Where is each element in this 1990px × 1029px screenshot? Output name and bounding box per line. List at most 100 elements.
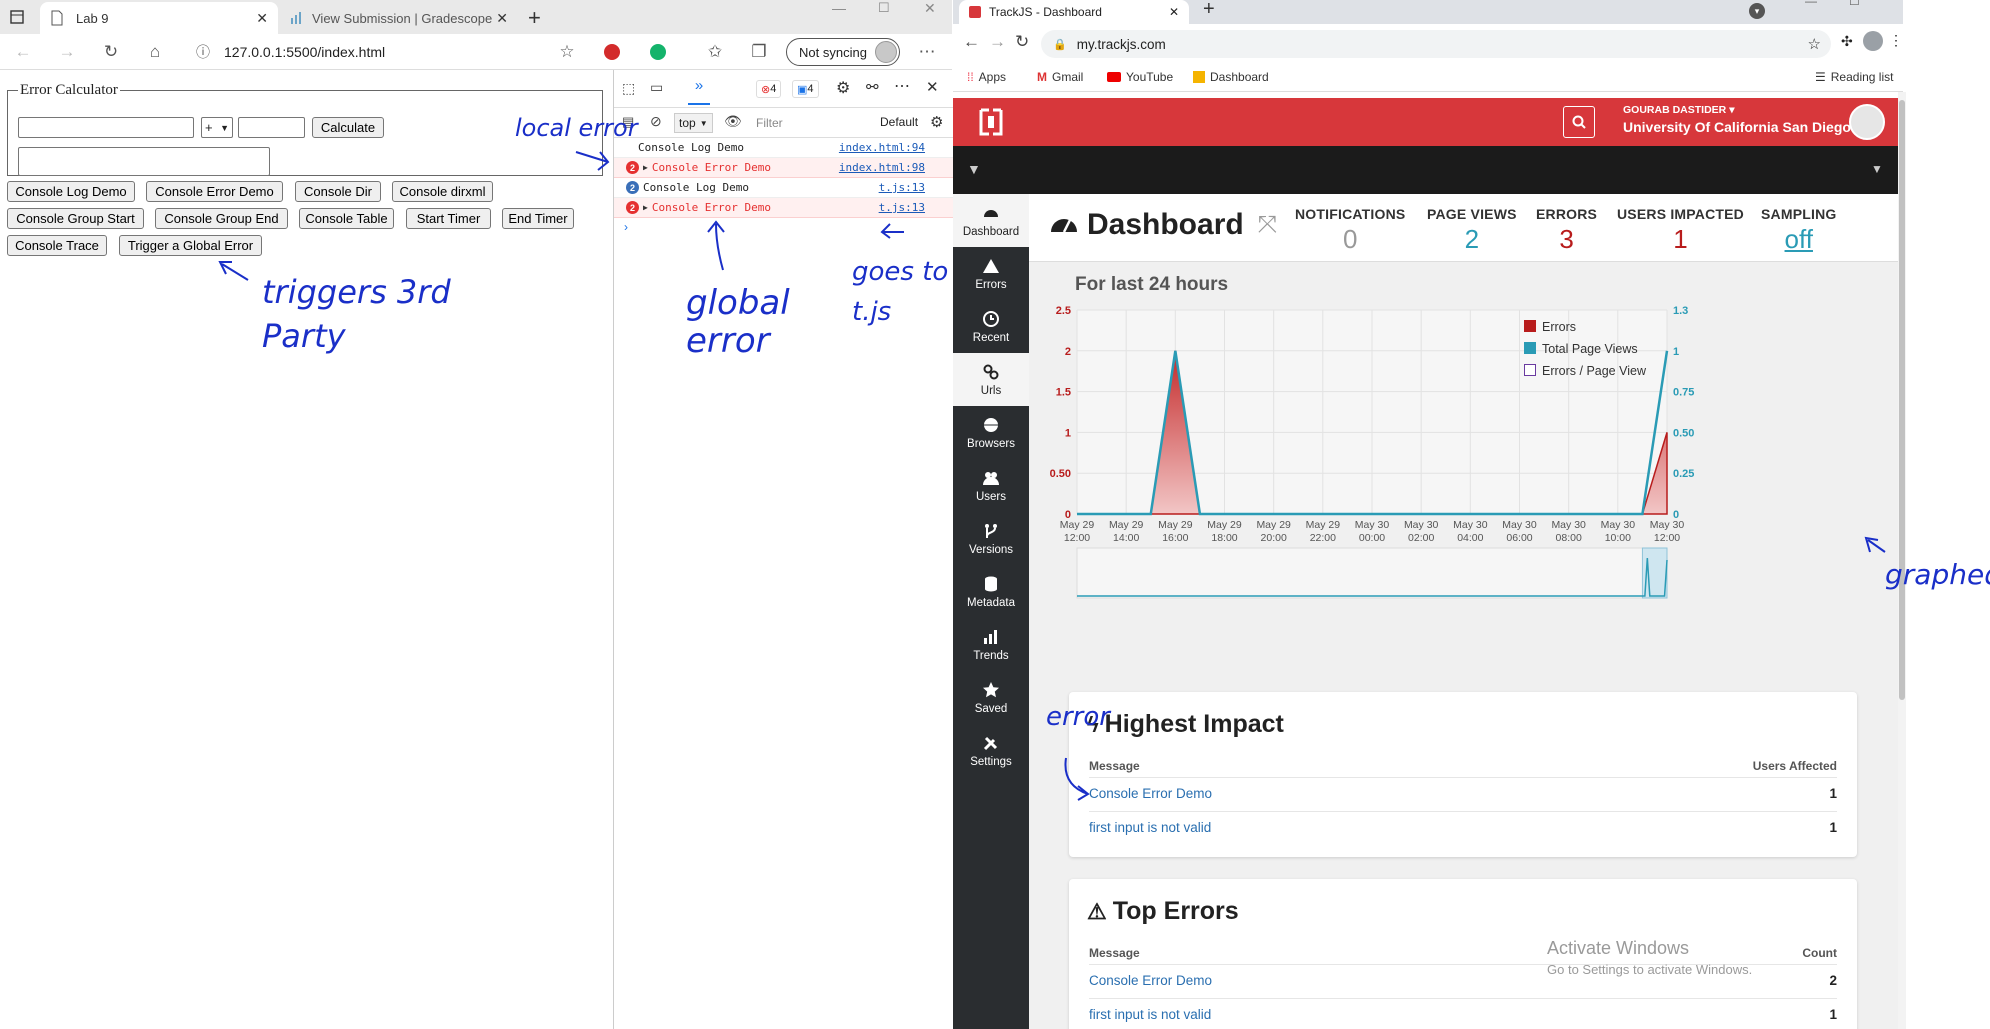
console-source-link[interactable]: t.js:13 bbox=[879, 181, 925, 194]
device-icon[interactable]: ▭ bbox=[650, 79, 663, 96]
console-group-end-button[interactable]: Console Group End bbox=[155, 208, 288, 229]
more-icon[interactable]: ⋯ bbox=[914, 39, 940, 65]
sidebar-item-browsers[interactable]: Browsers bbox=[953, 406, 1029, 459]
gear-icon[interactable]: ⚙ bbox=[836, 78, 850, 98]
expand-filter-icon[interactable]: ▼ bbox=[1871, 162, 1883, 176]
search-icon[interactable] bbox=[1563, 106, 1595, 138]
sidebar-toggle-icon[interactable]: ▤ bbox=[622, 114, 634, 130]
console-log-demo-button[interactable]: Console Log Demo bbox=[7, 181, 135, 202]
opera-extension-icon[interactable] bbox=[604, 44, 620, 60]
user-menu[interactable]: GOURAB DASTIDER ▾ bbox=[1623, 104, 1734, 116]
sidebar-item-metadata[interactable]: Metadata bbox=[953, 565, 1029, 618]
favorites-icon[interactable]: ✩ bbox=[702, 39, 728, 65]
window-close-icon[interactable]: ✕ bbox=[924, 0, 936, 17]
stat-notifications[interactable]: NOTIFICATIONS 0 bbox=[1295, 206, 1405, 255]
console-gear-icon[interactable]: ⚙ bbox=[930, 113, 943, 131]
user-avatar[interactable] bbox=[1849, 104, 1885, 140]
level-select[interactable]: Default bbox=[880, 115, 918, 129]
start-timer-button[interactable]: Start Timer bbox=[406, 208, 491, 229]
grammarly-extension-icon[interactable] bbox=[650, 44, 666, 60]
favorite-add-icon[interactable]: ☆ bbox=[554, 39, 580, 65]
home-icon[interactable]: ⌂ bbox=[142, 39, 168, 65]
reading-list[interactable]: ☰ Reading list bbox=[1815, 70, 1893, 84]
extensions-icon[interactable]: ✣ bbox=[1841, 33, 1853, 50]
address-bar[interactable]: 🔒 my.trackjs.com ☆ bbox=[1041, 30, 1831, 58]
result-output[interactable] bbox=[18, 147, 270, 176]
collections-icon[interactable]: ❐ bbox=[746, 39, 772, 65]
second-number-input[interactable] bbox=[238, 117, 305, 138]
sidebar-item-errors[interactable]: Errors bbox=[953, 247, 1029, 300]
close-icon[interactable]: ✕ bbox=[1169, 5, 1179, 19]
sidebar-item-users[interactable]: Users bbox=[953, 459, 1029, 512]
stat-sampling[interactable]: SAMPLING off bbox=[1761, 206, 1837, 255]
console-dir-button[interactable]: Console Dir bbox=[295, 181, 381, 202]
eye-icon[interactable]: 👁 bbox=[724, 113, 742, 130]
operator-select[interactable]: + ▼ bbox=[201, 117, 233, 138]
connect-icon[interactable]: ⚯ bbox=[866, 78, 879, 96]
back-icon[interactable]: ← bbox=[10, 39, 36, 65]
stat-users-impacted[interactable]: USERS IMPACTED 1 bbox=[1617, 206, 1744, 255]
tab-search-icon[interactable]: ▾ bbox=[1749, 3, 1765, 19]
console-source-link[interactable]: index.html:98 bbox=[839, 161, 925, 174]
profile-avatar[interactable] bbox=[1863, 31, 1883, 51]
sidebar-item-dashboard[interactable]: Dashboard bbox=[953, 194, 1029, 247]
error-message-link[interactable]: Console Error Demo bbox=[1089, 973, 1212, 988]
tab-actions-icon[interactable] bbox=[8, 8, 26, 26]
console-table-button[interactable]: Console Table bbox=[299, 208, 394, 229]
console-group-start-button[interactable]: Console Group Start bbox=[7, 208, 144, 229]
inspect-icon[interactable]: ⬚ bbox=[622, 80, 635, 97]
bookmark-gmail[interactable]: M Gmail bbox=[1037, 70, 1083, 84]
tab-lab9[interactable]: Lab 9 ✕ bbox=[40, 2, 278, 34]
error-message-link[interactable]: first input is not valid bbox=[1089, 1007, 1211, 1022]
sidebar-item-recent[interactable]: Recent bbox=[953, 300, 1029, 353]
close-icon[interactable]: ✕ bbox=[496, 10, 508, 27]
maximize-icon[interactable]: ☐ bbox=[1849, 0, 1860, 8]
forward-icon[interactable]: → bbox=[54, 39, 80, 65]
fullscreen-icon[interactable]: ⤧ bbox=[1258, 211, 1277, 239]
console-error-demo-button[interactable]: Console Error Demo bbox=[146, 181, 283, 202]
error-message-link[interactable]: Console Error Demo bbox=[1089, 786, 1212, 801]
close-icon[interactable]: ✕ bbox=[256, 10, 268, 27]
filter-icon[interactable]: ▼ bbox=[967, 161, 981, 177]
new-tab-icon[interactable]: + bbox=[1203, 0, 1215, 21]
bookmark-star-icon[interactable]: ☆ bbox=[1808, 35, 1821, 53]
message-counter[interactable]: ▣ 4 bbox=[792, 80, 819, 98]
context-select[interactable]: top ▼ bbox=[674, 113, 713, 133]
table-row[interactable]: first input is not valid 1 bbox=[1089, 811, 1837, 835]
errors-chart[interactable]: 00.5011.522.500.250.500.7511.3May 2912:0… bbox=[1029, 262, 1898, 602]
sidebar-item-trends[interactable]: Trends bbox=[953, 618, 1029, 671]
bookmark-youtube[interactable]: YouTube bbox=[1107, 70, 1173, 84]
clear-console-icon[interactable]: ⊘ bbox=[650, 113, 662, 130]
first-number-input[interactable] bbox=[18, 117, 194, 138]
more-tabs-icon[interactable]: » bbox=[688, 77, 710, 105]
maximize-icon[interactable]: ☐ bbox=[878, 0, 890, 16]
refresh-icon[interactable]: ↻ bbox=[1015, 32, 1029, 52]
console-source-link[interactable]: t.js:13 bbox=[879, 201, 925, 214]
console-prompt[interactable]: › bbox=[624, 220, 628, 234]
stat-errors[interactable]: ERRORS 3 bbox=[1536, 206, 1597, 255]
new-tab-icon[interactable]: + bbox=[528, 5, 541, 31]
more-icon[interactable]: ⋮ bbox=[1889, 32, 1903, 49]
address-bar[interactable]: ⓘ 127.0.0.1:5500/index.html bbox=[184, 38, 584, 66]
back-icon[interactable]: ← bbox=[963, 32, 980, 52]
minimize-icon[interactable]: — bbox=[1805, 0, 1817, 8]
table-row[interactable]: first input is not valid 1 bbox=[1089, 998, 1837, 1022]
trackjs-logo[interactable] bbox=[953, 98, 1029, 146]
bookmark-dashboard[interactable]: Dashboard bbox=[1193, 70, 1269, 84]
error-message-link[interactable]: first input is not valid bbox=[1089, 820, 1211, 835]
sidebar-item-settings[interactable]: Settings bbox=[953, 724, 1029, 777]
calculate-button[interactable]: Calculate bbox=[312, 117, 384, 138]
sync-button[interactable]: Not syncing bbox=[786, 38, 900, 66]
console-trace-button[interactable]: Console Trace bbox=[7, 235, 107, 256]
table-row[interactable]: Console Error Demo 1 bbox=[1089, 777, 1837, 801]
bookmark-apps[interactable]: ⁞⁞ Apps bbox=[967, 70, 1006, 84]
end-timer-button[interactable]: End Timer bbox=[502, 208, 574, 229]
sidebar-item-versions[interactable]: Versions bbox=[953, 512, 1029, 565]
refresh-icon[interactable]: ↻ bbox=[98, 39, 124, 65]
error-counter[interactable]: ⊗ 4 bbox=[756, 80, 782, 98]
filter-input[interactable]: Filter bbox=[750, 112, 870, 134]
tab-trackjs[interactable]: TrackJS - Dashboard ✕ bbox=[959, 0, 1189, 24]
expand-arrow-icon[interactable]: ▶ bbox=[643, 203, 648, 212]
console-source-link[interactable]: index.html:94 bbox=[839, 141, 925, 154]
stat-page-views[interactable]: PAGE VIEWS 2 bbox=[1427, 206, 1517, 255]
